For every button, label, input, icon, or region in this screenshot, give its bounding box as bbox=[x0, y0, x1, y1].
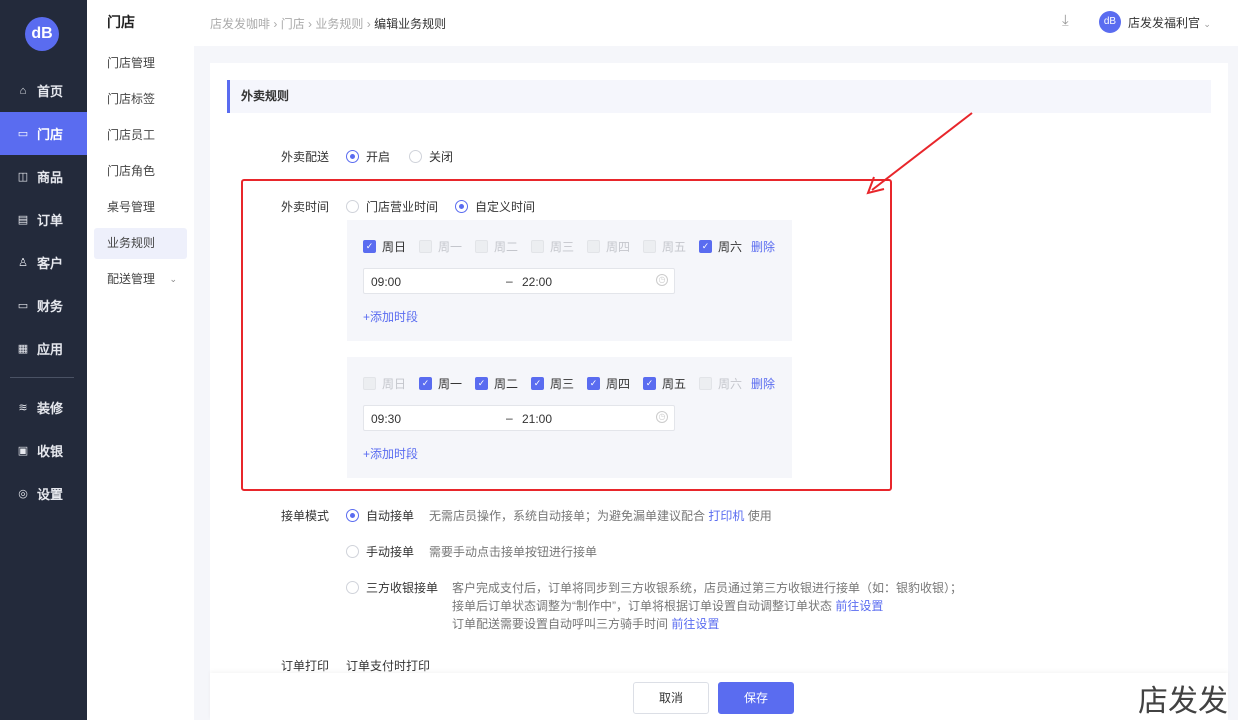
radio-icon bbox=[346, 581, 359, 594]
submenu-label: 门店标签 bbox=[107, 92, 156, 106]
nav-icon: ◫ bbox=[17, 171, 29, 183]
nav-item-2[interactable]: ◫ 商品 bbox=[0, 155, 87, 198]
submenu-item[interactable]: 门店员工 bbox=[94, 120, 187, 151]
submenu-label: 门店角色 bbox=[107, 164, 156, 178]
submenu: 门店 门店管理门店标签门店员工门店角色桌号管理业务规则配送管理 ⌄ bbox=[87, 0, 194, 720]
submenu-title: 门店 bbox=[107, 14, 135, 30]
submenu-label: 门店管理 bbox=[107, 56, 156, 70]
watermark: 店发发 bbox=[1138, 684, 1228, 719]
breadcrumb-item[interactable]: 店发发咖啡 bbox=[210, 17, 270, 31]
user-menu[interactable]: 店发发福利官 ⌄ bbox=[1128, 14, 1211, 31]
nav-label: 客户 bbox=[37, 256, 64, 271]
user-name: 店发发福利官 bbox=[1128, 16, 1201, 30]
header: 店发发咖啡 › 门店 › 业务规则 › 编辑业务规则 ⤓ dB 店发发福利官 ⌄ bbox=[194, 0, 1238, 46]
auto-accept-desc: 无需店员操作，系统自动接单；为避免漏单建议配合 打印机 使用 bbox=[429, 507, 772, 524]
nav-item-9[interactable]: ◎ 设置 bbox=[0, 472, 87, 515]
submenu-item[interactable]: 门店标签 bbox=[94, 84, 187, 115]
nav-item-7[interactable]: ≋ 装修 bbox=[0, 386, 87, 429]
radio-icon bbox=[346, 150, 359, 163]
nav-label: 财务 bbox=[37, 299, 64, 314]
breadcrumb: 店发发咖啡 › 门店 › 业务规则 › 编辑业务规则 bbox=[210, 17, 447, 31]
avatar[interactable]: dB bbox=[1099, 11, 1121, 33]
nav-label: 门店 bbox=[37, 127, 64, 142]
nav-label: 订单 bbox=[37, 213, 64, 228]
radio-icon bbox=[409, 150, 422, 163]
annotation-box bbox=[241, 179, 892, 491]
divider bbox=[10, 377, 74, 378]
nav-item-0[interactable]: ⌂ 首页 bbox=[0, 69, 87, 112]
submenu-label: 桌号管理 bbox=[107, 200, 156, 214]
mode-label: 接单模式 bbox=[281, 509, 330, 523]
nav-label: 应用 bbox=[37, 342, 64, 357]
radio-label: 关闭 bbox=[429, 150, 454, 164]
annotation-arrow-icon bbox=[866, 112, 973, 195]
submenu-item[interactable]: 业务规则 bbox=[94, 228, 187, 259]
manual-accept-radio[interactable]: 手动接单 bbox=[346, 543, 414, 560]
sidebar: dB ⌂ 首页 ▭ 门店 ◫ 商品 ▤ 订单 ♙ 客户 ▭ 财务 ▦ 应用 ≋ 装修 ▣ 收银 ◎ 设置 bbox=[0, 0, 87, 720]
delivery-on-radio[interactable]: 开启 bbox=[346, 148, 390, 165]
nav-icon: ⌂ bbox=[19, 84, 27, 97]
third-party-accept-radio[interactable]: 三方收银接单 bbox=[346, 579, 438, 596]
chevron-down-icon: ⌄ bbox=[169, 274, 177, 284]
delivery-label: 外卖配送 bbox=[281, 150, 330, 164]
third-party-desc: 客户完成支付后，订单将同步到三方收银系统，店员通过第三方收银进行接单（如：银豹收… bbox=[452, 579, 962, 633]
submenu-label: 业务规则 bbox=[107, 236, 156, 250]
nav-item-6[interactable]: ▦ 应用 bbox=[0, 327, 87, 370]
radio-label: 自动接单 bbox=[366, 509, 415, 523]
nav-icon: ♙ bbox=[18, 257, 28, 269]
print-value: 订单支付时打印 bbox=[346, 659, 431, 673]
nav-icon: ▣ bbox=[17, 445, 29, 457]
nav-label: 商品 bbox=[37, 170, 64, 185]
radio-label: 开启 bbox=[366, 150, 391, 164]
submenu-item[interactable]: 门店管理 bbox=[94, 48, 187, 79]
chevron-down-icon: ⌄ bbox=[1203, 19, 1211, 29]
breadcrumb-current: 编辑业务规则 bbox=[374, 17, 447, 31]
submenu-item[interactable]: 桌号管理 bbox=[94, 192, 187, 223]
nav-icon: ◎ bbox=[18, 488, 28, 500]
radio-icon bbox=[346, 545, 359, 558]
cancel-button[interactable]: 取消 bbox=[633, 682, 709, 714]
delivery-off-radio[interactable]: 关闭 bbox=[409, 148, 453, 165]
auto-accept-radio[interactable]: 自动接单 bbox=[346, 507, 414, 524]
footer-bar: 取消 保存 bbox=[210, 673, 1228, 720]
submenu-label: 门店员工 bbox=[107, 128, 156, 142]
nav-icon: ▭ bbox=[17, 300, 29, 312]
save-button[interactable]: 保存 bbox=[718, 682, 794, 714]
radio-icon bbox=[346, 509, 359, 522]
nav-item-1[interactable]: ▭ 门店 bbox=[0, 112, 87, 155]
desc-text: 使用 bbox=[747, 509, 772, 523]
printer-link[interactable]: 打印机 bbox=[708, 509, 744, 523]
nav-icon: ▭ bbox=[17, 128, 29, 140]
logo: dB bbox=[25, 17, 59, 51]
nav-label: 首页 bbox=[37, 84, 64, 99]
nav-label: 设置 bbox=[37, 487, 64, 502]
nav-item-8[interactable]: ▣ 收银 bbox=[0, 429, 87, 472]
nav-label: 收银 bbox=[37, 444, 64, 459]
manual-accept-desc: 需要手动点击接单按钮进行接单 bbox=[429, 545, 598, 559]
submenu-item[interactable]: 配送管理 ⌄ bbox=[94, 264, 187, 295]
radio-label: 手动接单 bbox=[366, 545, 415, 559]
breadcrumb-item[interactable]: 业务规则 bbox=[315, 17, 363, 31]
nav-item-4[interactable]: ♙ 客户 bbox=[0, 241, 87, 284]
goto-settings-link[interactable]: 前往设置 bbox=[671, 617, 719, 631]
nav-icon: ▤ bbox=[17, 214, 29, 226]
submenu-label: 配送管理 bbox=[107, 272, 156, 286]
section-title: 外卖规则 bbox=[227, 80, 1211, 113]
submenu-item[interactable]: 门店角色 bbox=[94, 156, 187, 187]
desc-text: 无需店员操作，系统自动接单；为避免漏单建议配合 bbox=[429, 509, 706, 523]
nav-icon: ▦ bbox=[17, 343, 29, 355]
download-icon[interactable]: ⤓ bbox=[1062, 12, 1069, 29]
breadcrumb-item[interactable]: 门店 bbox=[281, 17, 305, 31]
nav-icon: ≋ bbox=[18, 402, 28, 414]
desc-line: 接单后订单状态调整为“制作中”，订单将根据订单设置自动调整订单状态 bbox=[452, 599, 832, 613]
radio-label: 三方收银接单 bbox=[366, 581, 439, 595]
desc-line: 客户完成支付后，订单将同步到三方收银系统，店员通过第三方收银进行接单（如：银豹收… bbox=[452, 581, 963, 595]
nav-item-3[interactable]: ▤ 订单 bbox=[0, 198, 87, 241]
print-label: 订单打印 bbox=[281, 659, 330, 673]
goto-settings-link[interactable]: 前往设置 bbox=[835, 599, 883, 613]
nav-label: 装修 bbox=[37, 401, 64, 416]
nav-item-5[interactable]: ▭ 财务 bbox=[0, 284, 87, 327]
desc-line: 订单配送需要设置自动呼叫三方骑手时间 bbox=[452, 617, 669, 631]
